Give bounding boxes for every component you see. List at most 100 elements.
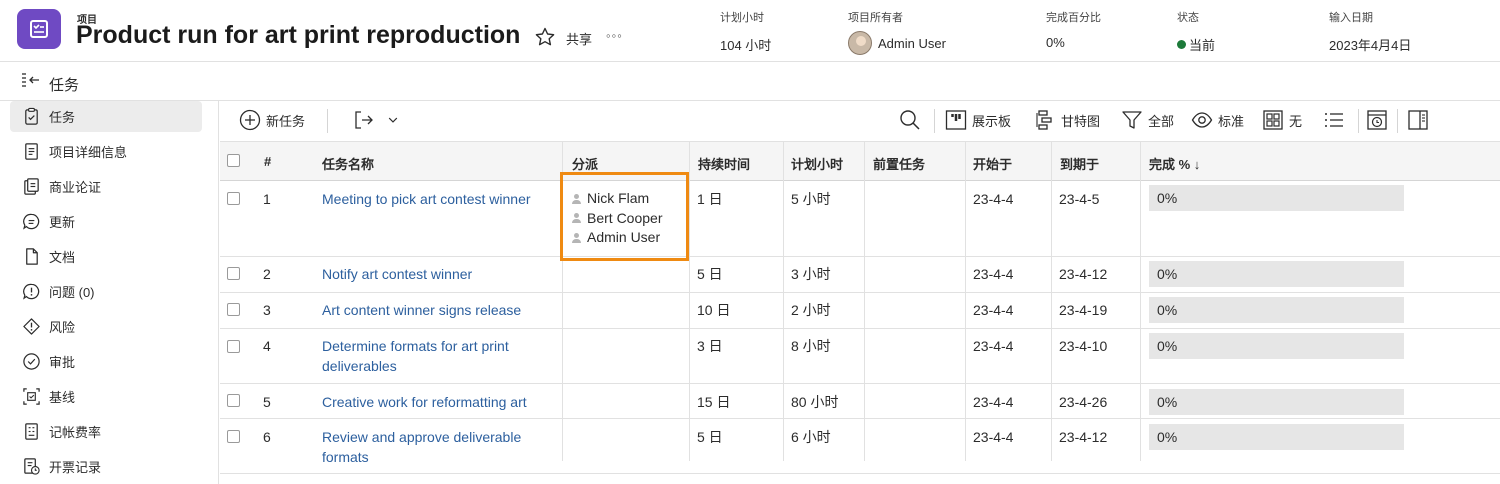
board-view-button[interactable]: 展示板 bbox=[945, 109, 1011, 131]
percent-complete-bar[interactable]: 0% bbox=[1149, 261, 1404, 287]
row-checkbox[interactable] bbox=[227, 430, 240, 443]
percent-complete-bar[interactable]: 0% bbox=[1149, 424, 1404, 450]
column-header-predecessors[interactable]: 前置任务 bbox=[873, 154, 925, 173]
sidebar-item-tasks[interactable]: 任务 bbox=[10, 101, 202, 132]
column-header-assignments[interactable]: 分派 bbox=[572, 154, 598, 173]
table-row[interactable]: 5 Creative work for reformatting art 15 … bbox=[220, 384, 1500, 419]
select-all-checkbox[interactable] bbox=[227, 154, 240, 167]
duration-cell[interactable]: 10 日 bbox=[697, 300, 730, 320]
filter-label: 全部 bbox=[1148, 113, 1175, 129]
due-date-cell[interactable]: 23-4-19 bbox=[1059, 300, 1107, 320]
project-owner-value[interactable]: Admin User bbox=[878, 36, 946, 51]
planned-hours-label: 计划小时 bbox=[720, 12, 764, 24]
board-view-label: 展示板 bbox=[972, 113, 1012, 129]
task-name-link[interactable]: Determine formats for art print delivera… bbox=[322, 336, 542, 376]
filter-button[interactable]: 全部 bbox=[1121, 109, 1174, 131]
sidebar-item-approvals[interactable]: 审批 bbox=[10, 346, 202, 377]
duration-cell[interactable]: 15 日 bbox=[697, 392, 730, 412]
sidebar-item-label: 基线 bbox=[49, 390, 76, 405]
percent-complete-bar[interactable]: 0% bbox=[1149, 333, 1404, 359]
percent-complete-bar[interactable]: 0% bbox=[1149, 185, 1404, 211]
sidebar-item-billing-rates[interactable]: 记帐费率 bbox=[10, 416, 202, 447]
side-panel-button[interactable] bbox=[1407, 109, 1434, 131]
grouping-grid-icon bbox=[1263, 110, 1283, 130]
percent-complete-bar[interactable]: 0% bbox=[1149, 389, 1404, 415]
view-selector-button[interactable]: 标准 bbox=[1191, 109, 1244, 131]
sidebar-item-label: 记帐费率 bbox=[49, 425, 102, 440]
sidebar-item-updates[interactable]: 更新 bbox=[10, 206, 202, 237]
page-title[interactable]: Product run for art print reproduction bbox=[76, 21, 520, 50]
sidebar-item-billing-records[interactable]: 开票记录 bbox=[10, 451, 202, 482]
due-date-cell[interactable]: 23-4-12 bbox=[1059, 264, 1107, 284]
gantt-view-button[interactable]: 甘特图 bbox=[1034, 109, 1100, 131]
sidebar-item-business-case[interactable]: 商业论证 bbox=[10, 171, 202, 202]
sidebar-item-baselines[interactable]: 基线 bbox=[10, 381, 202, 412]
column-header-duration[interactable]: 持续时间 bbox=[698, 154, 750, 173]
duration-cell[interactable]: 1 日 bbox=[697, 189, 723, 209]
planned-hours-cell[interactable]: 6 小时 bbox=[791, 427, 831, 447]
row-checkbox[interactable] bbox=[227, 267, 240, 280]
due-date-cell[interactable]: 23-4-5 bbox=[1059, 189, 1099, 209]
planned-hours-cell[interactable]: 8 小时 bbox=[791, 336, 831, 356]
planned-hours-cell[interactable]: 3 小时 bbox=[791, 264, 831, 284]
column-header-number[interactable]: # bbox=[264, 154, 271, 169]
table-row[interactable]: 3 Art content winner signs release 10 日 … bbox=[220, 293, 1500, 329]
table-row[interactable]: 6 Review and approve deliverable formats… bbox=[220, 419, 1500, 474]
start-date-cell[interactable]: 23-4-4 bbox=[973, 336, 1013, 356]
start-date-cell[interactable]: 23-4-4 bbox=[973, 189, 1013, 209]
sidebar-item-project-details[interactable]: 项目详细信息 bbox=[10, 136, 202, 167]
task-name-link[interactable]: Review and approve deliverable formats bbox=[322, 427, 542, 467]
column-header-planned-hours[interactable]: 计划小时 bbox=[791, 154, 843, 173]
entry-date-field: 输入日期 2023年4月4日 bbox=[1329, 9, 1411, 54]
due-date-cell[interactable]: 23-4-12 bbox=[1059, 427, 1107, 447]
grouping-selector-button[interactable]: 无 bbox=[1262, 109, 1302, 131]
timeline-button[interactable] bbox=[1366, 109, 1393, 131]
owner-avatar[interactable] bbox=[848, 31, 872, 55]
due-date-cell[interactable]: 23-4-26 bbox=[1059, 392, 1107, 412]
planned-hours-cell[interactable]: 2 小时 bbox=[791, 300, 831, 320]
start-date-cell[interactable]: 23-4-4 bbox=[973, 392, 1013, 412]
status-value[interactable]: 当前 bbox=[1189, 35, 1215, 54]
new-task-button[interactable]: 新任务 bbox=[239, 109, 305, 131]
task-name-link[interactable]: Meeting to pick art contest winner bbox=[322, 189, 542, 209]
favorite-star-icon[interactable] bbox=[534, 26, 556, 48]
table-row[interactable]: 2 Notify art contest winner 5 日 3 小时 23-… bbox=[220, 257, 1500, 293]
eye-icon bbox=[1191, 112, 1213, 128]
table-row[interactable]: 4 Determine formats for art print delive… bbox=[220, 329, 1500, 384]
duration-cell[interactable]: 5 日 bbox=[697, 427, 723, 447]
start-date-cell[interactable]: 23-4-4 bbox=[973, 300, 1013, 320]
business-case-icon bbox=[21, 177, 41, 197]
table-row[interactable]: 1 Meeting to pick art contest winner Nic… bbox=[220, 181, 1500, 257]
share-button[interactable]: 共享 bbox=[566, 29, 592, 48]
task-name-link[interactable]: Art content winner signs release bbox=[322, 300, 542, 320]
column-header-task-name[interactable]: 任务名称 bbox=[322, 154, 374, 173]
collapse-sidebar-icon[interactable] bbox=[21, 72, 41, 90]
column-header-start-date[interactable]: 开始于 bbox=[973, 154, 1012, 173]
column-header-due-date[interactable]: 到期于 bbox=[1060, 154, 1099, 173]
sidebar-item-documents[interactable]: 文档 bbox=[10, 241, 202, 272]
planned-hours-cell[interactable]: 80 小时 bbox=[791, 392, 838, 412]
due-date-cell[interactable]: 23-4-10 bbox=[1059, 336, 1107, 356]
column-header-percent-complete[interactable]: 完成 % ↓ bbox=[1149, 154, 1200, 173]
row-checkbox[interactable] bbox=[227, 303, 240, 316]
chevron-down-icon[interactable] bbox=[386, 113, 400, 127]
duration-cell[interactable]: 5 日 bbox=[697, 264, 723, 284]
sidebar-item-issues[interactable]: 问题 (0) bbox=[10, 276, 202, 307]
start-date-cell[interactable]: 23-4-4 bbox=[973, 264, 1013, 284]
sidebar-item-label: 审批 bbox=[49, 355, 76, 370]
task-name-link[interactable]: Creative work for reformatting art bbox=[322, 392, 542, 412]
export-button[interactable] bbox=[353, 109, 405, 131]
row-checkbox[interactable] bbox=[227, 192, 240, 205]
search-button[interactable] bbox=[899, 109, 926, 131]
sidebar-item-risks[interactable]: 风险 bbox=[10, 311, 202, 342]
start-date-cell[interactable]: 23-4-4 bbox=[973, 427, 1013, 447]
row-checkbox[interactable] bbox=[227, 394, 240, 407]
sidebar-item-label: 项目详细信息 bbox=[49, 145, 128, 160]
task-name-link[interactable]: Notify art contest winner bbox=[322, 264, 542, 284]
row-checkbox[interactable] bbox=[227, 340, 240, 353]
list-options-button[interactable] bbox=[1323, 109, 1350, 131]
planned-hours-cell[interactable]: 5 小时 bbox=[791, 189, 831, 209]
percent-complete-bar[interactable]: 0% bbox=[1149, 297, 1404, 323]
more-options-button[interactable]: ◦◦◦ bbox=[606, 28, 623, 43]
duration-cell[interactable]: 3 日 bbox=[697, 336, 723, 356]
